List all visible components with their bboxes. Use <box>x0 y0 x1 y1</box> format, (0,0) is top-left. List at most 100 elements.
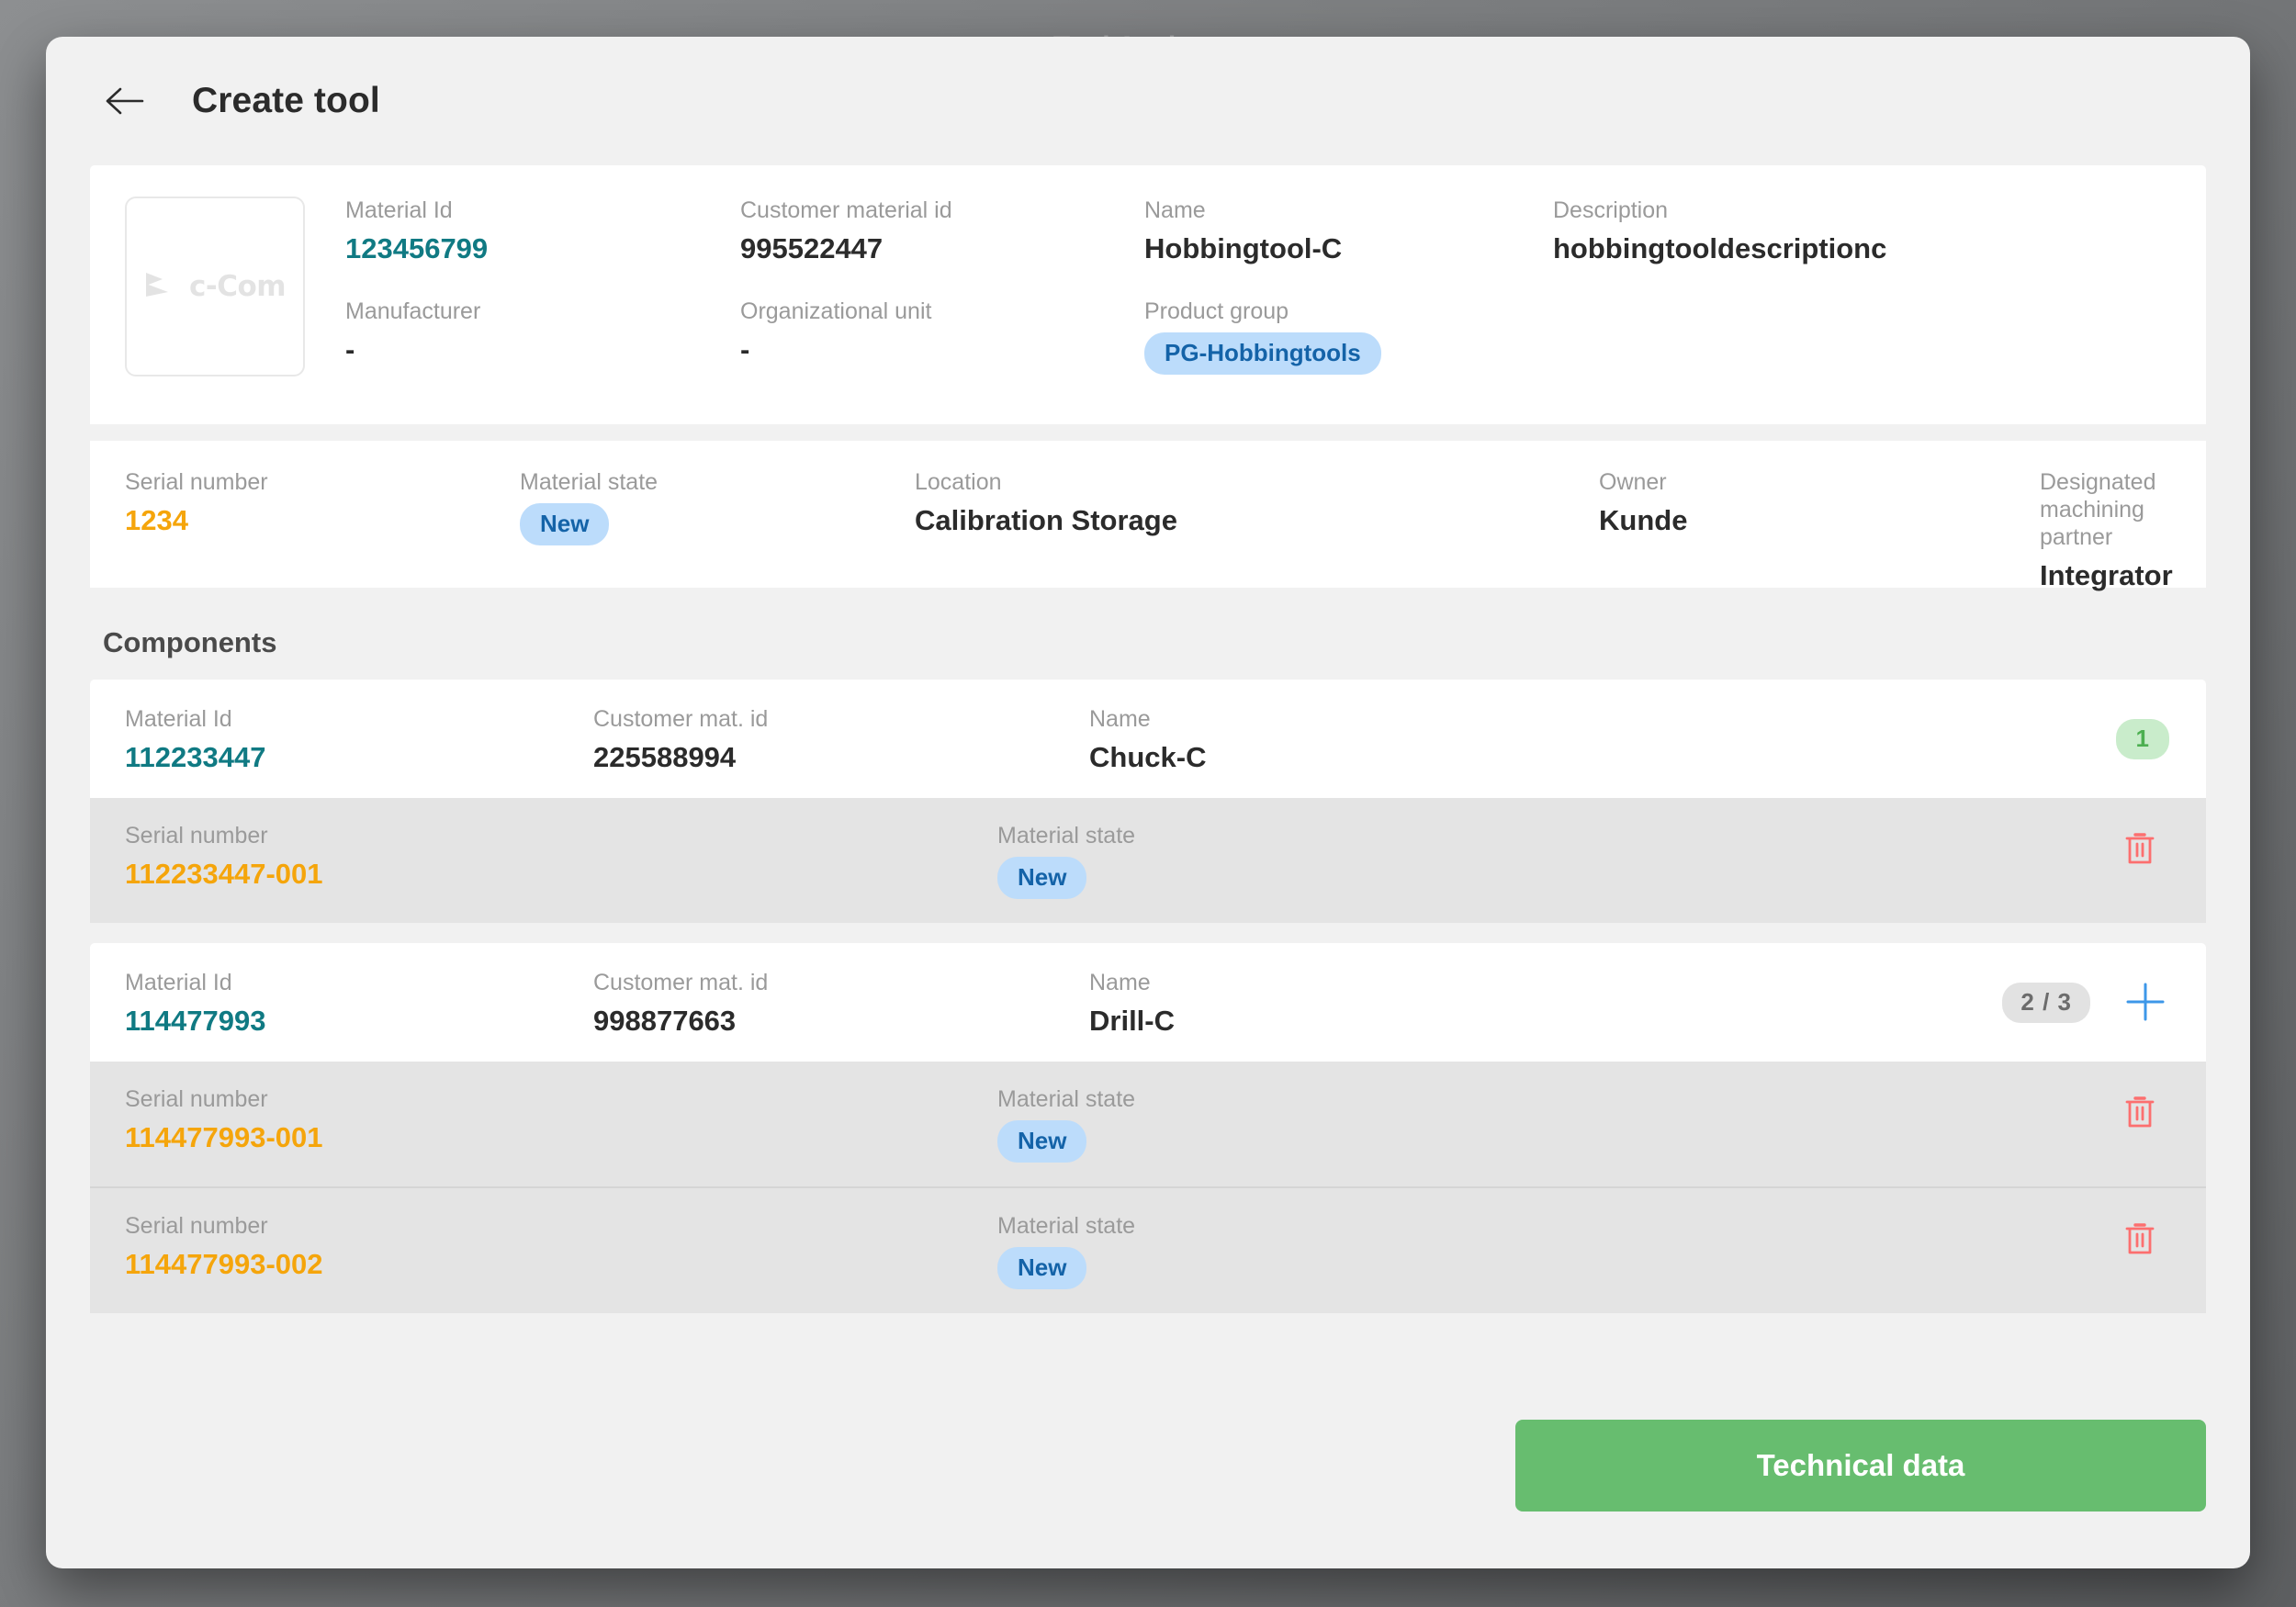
material-state-badge: New <box>997 1120 1087 1163</box>
serial-actions <box>1899 1085 2175 1141</box>
component-group: Material Id 112233447 Customer mat. id 2255… <box>90 680 2206 924</box>
field-label: Description <box>1553 197 1669 223</box>
component-serial-row: Serial number 114477993-002 Material state… <box>90 1188 2206 1314</box>
field-empty-slot <box>1553 298 2171 375</box>
field-label: Material state <box>997 1213 1136 1240</box>
field-label: Material Id <box>345 197 453 223</box>
delete-serial-button[interactable] <box>2116 1089 2164 1137</box>
serial-material-state-field: Material state New <box>997 822 1899 900</box>
field-label: Name <box>1089 706 1151 732</box>
component-customer-mat-id: Customer mat. id 225588994 <box>593 705 1089 774</box>
field-customer-material-id: Customer material id 995522447 <box>740 197 1144 298</box>
component-group: Material Id 114477993 Customer mat. id 9988… <box>90 943 2206 1314</box>
field-value: Integrator <box>2040 559 2173 591</box>
field-label: Material state <box>520 469 658 495</box>
field-value: Hobbingtool-C <box>1144 232 1343 264</box>
field-label: Material state <box>997 823 1136 849</box>
field-value: - <box>740 333 750 365</box>
component-header-row: Material Id 114477993 Customer mat. id 9988… <box>90 943 2206 1062</box>
field-label: Material state <box>997 1086 1136 1113</box>
field-manufacturer: Manufacturer - <box>345 298 740 375</box>
material-state-badge: New <box>520 503 610 545</box>
field-value: 114477993-002 <box>125 1248 323 1281</box>
field-label: Name <box>1144 197 1206 223</box>
field-material-id: Material Id 123456799 <box>345 197 740 298</box>
tool-serial-card: Serial number 1234 Material state New Lo… <box>90 441 2206 591</box>
field-value: 112233447-001 <box>125 858 323 891</box>
arrow-left-icon <box>105 86 145 116</box>
field-material-state: Material state New <box>520 468 915 592</box>
component-material-id: Material Id 112233447 <box>125 705 593 774</box>
field-label: Manufacturer <box>345 298 481 324</box>
field-label: Location <box>915 469 1002 495</box>
trash-icon <box>2124 1221 2155 1259</box>
component-actions: 2 / 3 <box>1899 969 2175 1037</box>
field-location: Location Calibration Storage <box>915 468 1599 592</box>
delete-serial-button[interactable] <box>2116 826 2164 873</box>
serial-number-field: Serial number 112233447-001 <box>125 822 997 891</box>
field-label: Name <box>1089 970 1151 996</box>
field-value: 995522447 <box>740 232 884 264</box>
field-label: Serial number <box>125 1086 268 1113</box>
serial-actions <box>1899 822 2175 877</box>
field-designated-machining-partner: Designated machining partner Integrator <box>2040 468 2173 592</box>
field-value: 114477993-001 <box>125 1121 323 1154</box>
field-value: 998877663 <box>593 1005 737 1038</box>
field-label: Serial number <box>125 1213 268 1240</box>
component-serial-row: Serial number 114477993-001 Material state… <box>90 1062 2206 1189</box>
component-name: Name Drill-C <box>1089 969 1899 1038</box>
chevron-logo-icon <box>144 271 183 303</box>
logo-text: c-Com <box>188 270 287 303</box>
field-label: Serial number <box>125 469 268 495</box>
trash-icon <box>2124 1095 2155 1132</box>
field-value: 112233447 <box>125 741 266 773</box>
component-group-spacer <box>46 923 2250 943</box>
product-group-badge: PG-Hobbingtools <box>1144 332 1381 375</box>
serial-actions <box>1899 1212 2175 1267</box>
field-label: Serial number <box>125 823 268 849</box>
field-serial-number: Serial number 1234 <box>125 468 520 592</box>
field-label: Customer mat. id <box>593 706 769 732</box>
serial-number-field: Serial number 114477993-001 <box>125 1085 997 1154</box>
plus-icon <box>2124 981 2167 1026</box>
field-value: 123456799 <box>345 232 489 264</box>
serial-number-field: Serial number 114477993-002 <box>125 1212 997 1281</box>
create-tool-modal: Create tool c-Com Material Id 123456799 … <box>46 37 2250 1568</box>
field-organizational-unit: Organizational unit - <box>740 298 1144 375</box>
c-com-logo: c-Com <box>144 270 287 303</box>
technical-data-button[interactable]: Technical data <box>1515 1420 2206 1511</box>
component-count-badge: 2 / 3 <box>2002 983 2090 1024</box>
material-state-badge: New <box>997 857 1087 900</box>
field-value: 225588994 <box>593 741 737 773</box>
field-value: Kunde <box>1599 504 1688 536</box>
serial-material-state-field: Material state New <box>997 1212 1899 1290</box>
add-serial-button[interactable] <box>2122 979 2169 1027</box>
serial-material-state-field: Material state New <box>997 1085 1899 1163</box>
field-label: Customer mat. id <box>593 970 769 996</box>
trash-icon <box>2124 831 2155 869</box>
card-divider-space <box>46 424 2250 441</box>
component-material-id: Material Id 114477993 <box>125 969 593 1038</box>
tool-info-card: c-Com Material Id 123456799 Customer mat… <box>90 165 2206 424</box>
field-value: hobbingtooldescriptionc <box>1553 232 1887 264</box>
back-button[interactable] <box>96 73 153 129</box>
component-customer-mat-id: Customer mat. id 998877663 <box>593 969 1089 1038</box>
field-value: Drill-C <box>1089 1005 1175 1038</box>
component-actions: 1 <box>1899 705 2175 773</box>
field-label: Material Id <box>125 970 232 996</box>
field-label: Customer material id <box>740 197 952 223</box>
components-section-title: Components <box>103 626 277 658</box>
component-count-badge: 1 <box>2115 719 2169 759</box>
field-value: Chuck-C <box>1089 741 1207 773</box>
field-name: Name Hobbingtool-C <box>1144 197 1553 298</box>
page-title: Create tool <box>192 81 380 120</box>
field-value: 1234 <box>125 504 188 536</box>
delete-serial-button[interactable] <box>2116 1216 2164 1264</box>
field-description: Description hobbingtooldescriptionc <box>1553 197 2171 298</box>
component-serial-row: Serial number 112233447-001 Material state… <box>90 798 2206 924</box>
modal-header: Create tool <box>46 37 2250 165</box>
field-label: Product group <box>1144 298 1289 324</box>
field-value: Calibration Storage <box>915 504 1177 536</box>
component-name: Name Chuck-C <box>1089 705 1899 774</box>
field-label: Owner <box>1599 469 1667 495</box>
